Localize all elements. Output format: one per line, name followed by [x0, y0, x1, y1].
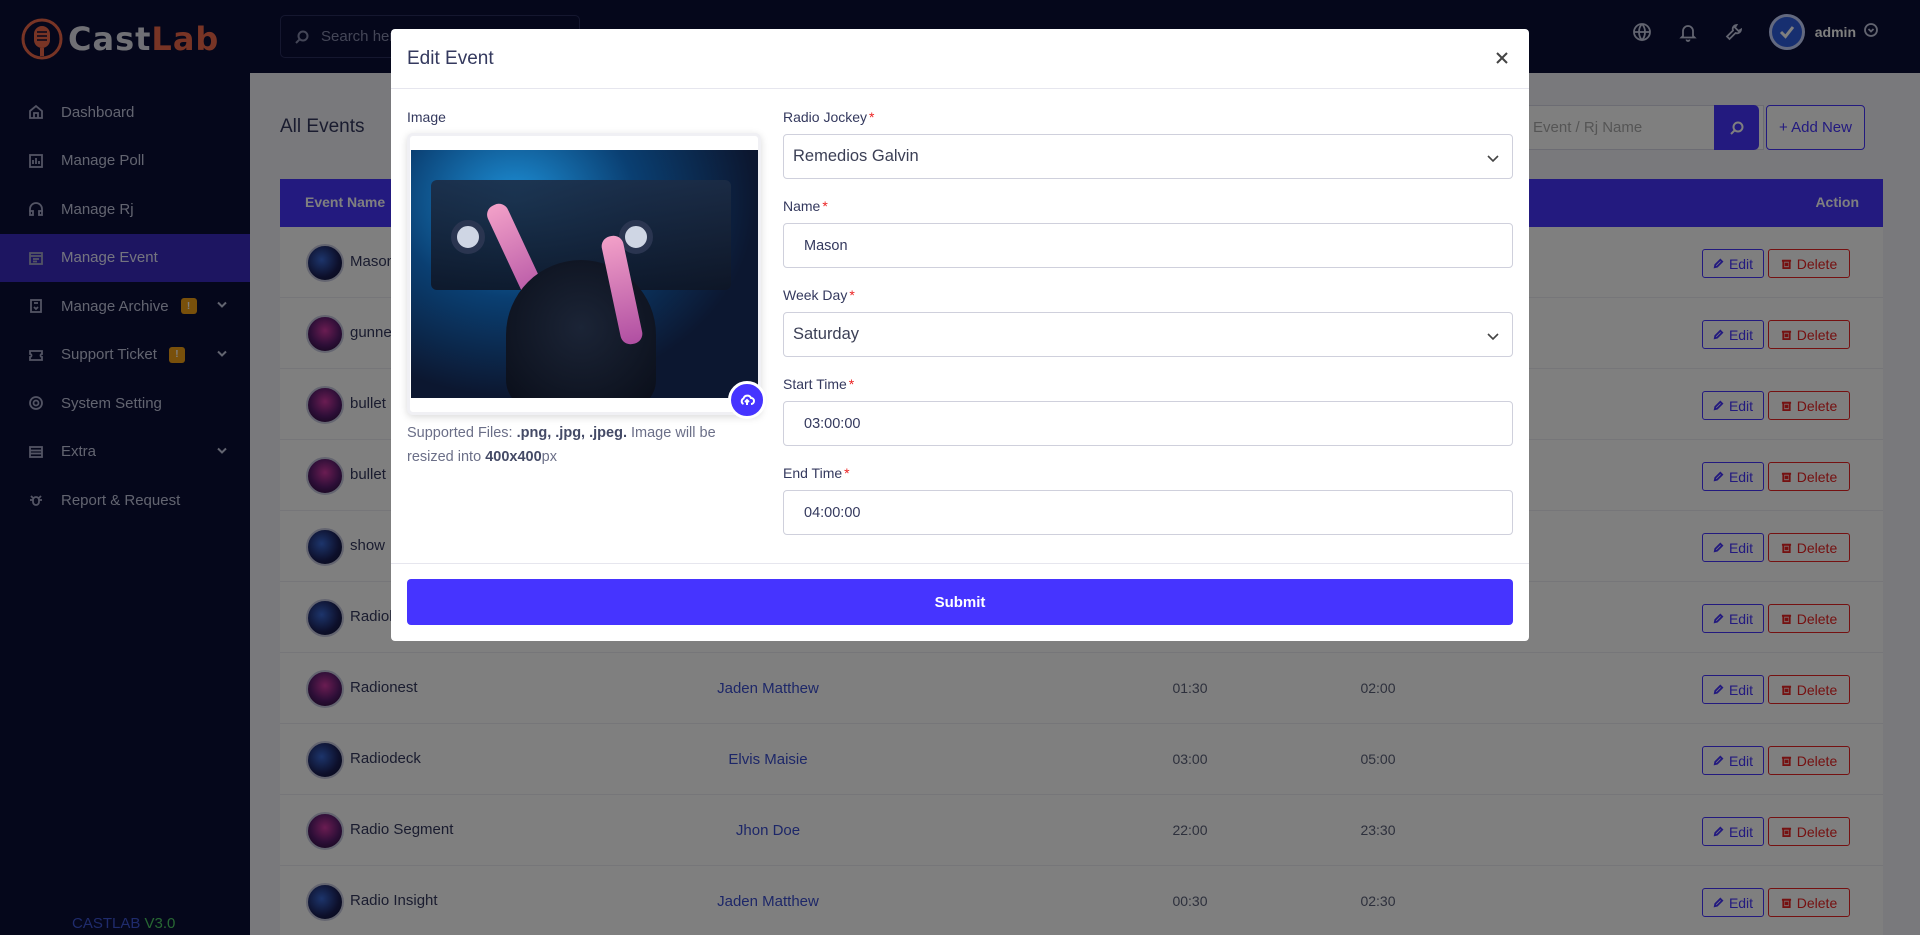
start-time-group: Start Time * 03:00:00 [783, 376, 1513, 465]
modal-title: Edit Event [407, 48, 494, 69]
radio-jockey-group: Radio Jockey * Remedios Galvin [783, 109, 1513, 198]
submit-button[interactable]: Submit [407, 579, 1513, 625]
end-time-field[interactable]: 04:00:00 [783, 490, 1513, 535]
modal-footer: Submit [391, 563, 1529, 641]
end-time-label: End Time * [783, 465, 850, 481]
week-day-group: Week Day * Saturday [783, 287, 1513, 376]
name-label: Name * [783, 198, 828, 214]
start-time-label: Start Time * [783, 376, 855, 392]
week-day-select[interactable]: Saturday [783, 312, 1513, 357]
edit-event-modal: Edit Event Image Supported Files: .png, … [391, 29, 1529, 641]
modal-header: Edit Event [391, 29, 1529, 89]
name-group: Name * Mason [783, 198, 1513, 287]
week-day-label: Week Day * [783, 287, 855, 303]
chevron-down-icon [1487, 155, 1499, 163]
event-image [411, 150, 758, 398]
radio-jockey-select[interactable]: Remedios Galvin [783, 134, 1513, 179]
end-time-group: End Time * 04:00:00 [783, 465, 1513, 554]
start-time-field[interactable]: 03:00:00 [783, 401, 1513, 446]
radio-jockey-label: Radio Jockey * [783, 109, 875, 125]
image-preview [407, 133, 761, 415]
image-label: Image [407, 109, 446, 125]
event-form: Radio Jockey * Remedios Galvin Name * Maso… [783, 109, 1513, 554]
image-help-text: Supported Files: .png, .jpg, .jpeg. Imag… [407, 425, 716, 465]
chevron-down-icon [1487, 333, 1499, 341]
name-field[interactable]: Mason [783, 223, 1513, 268]
upload-cloud-icon[interactable] [728, 381, 766, 419]
close-icon[interactable] [1493, 49, 1511, 67]
